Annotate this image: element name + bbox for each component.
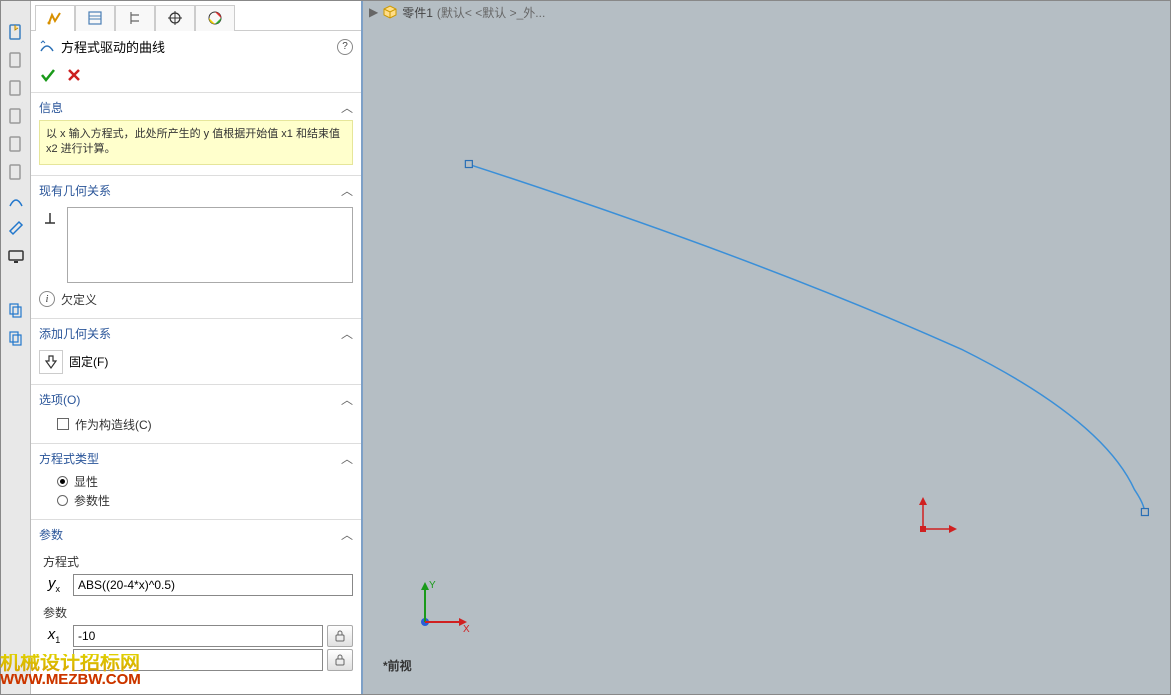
ok-cancel-row <box>31 62 361 93</box>
section-add-relations: 添加几何关系 ︿ 固定(F) <box>31 319 361 385</box>
sketch-curve <box>363 1 1170 694</box>
chevron-icon: ︿ <box>341 99 353 116</box>
breadcrumb-part: 零件1 <box>402 4 433 21</box>
panel-tabs <box>31 1 361 31</box>
tool-doc5-icon[interactable] <box>5 161 27 183</box>
property-panel: 方程式驱动的曲线 ? 信息 ︿ 以 x 输入方程式，此处所产生的 y 值根据开始… <box>31 1 363 694</box>
section-info: 信息 ︿ 以 x 输入方程式，此处所产生的 y 值根据开始值 x1 和结束值 x… <box>31 93 361 176</box>
left-toolbar <box>1 1 31 694</box>
tab-tree[interactable] <box>115 5 155 31</box>
yx-symbol: yx <box>39 575 69 594</box>
fix-label: 固定(F) <box>69 353 108 370</box>
tab-display[interactable] <box>75 5 115 31</box>
breadcrumb-arrow-icon: ▶ <box>369 5 378 19</box>
chevron-icon: ︿ <box>341 450 353 467</box>
radio-explicit-label: 显性 <box>74 473 98 490</box>
param-sub-label: 参数 <box>39 598 353 623</box>
section-info-title: 信息 <box>39 99 63 116</box>
equation-input[interactable] <box>73 574 353 596</box>
info-box: 以 x 输入方程式，此处所产生的 y 值根据开始值 x1 和结束值 x2 进行计… <box>39 120 353 165</box>
tool-copy2-icon[interactable] <box>5 327 27 349</box>
breadcrumb-config: (默认< <默认 >_外... <box>437 4 545 21</box>
equation-label: 方程式 <box>39 547 353 572</box>
radio-explicit[interactable] <box>57 476 68 487</box>
info-icon: i <box>39 291 55 307</box>
section-eqtype-header[interactable]: 方程式类型 ︿ <box>39 450 353 471</box>
sketch-origin-icon <box>913 495 957 539</box>
chevron-icon: ︿ <box>341 325 353 342</box>
tool-display-icon[interactable] <box>5 245 27 267</box>
view-name-label: *前视 <box>383 657 412 674</box>
svg-text:X: X <box>463 624 470 634</box>
x2-input[interactable] <box>73 649 323 671</box>
tool-doc2-icon[interactable] <box>5 77 27 99</box>
chevron-icon: ︿ <box>341 526 353 543</box>
curve-icon <box>39 39 55 55</box>
x1-lock-button[interactable] <box>327 625 353 647</box>
x1-symbol: x1 <box>39 626 69 645</box>
tab-feature[interactable] <box>35 5 75 31</box>
tool-copy1-icon[interactable] <box>5 299 27 321</box>
relations-list[interactable] <box>67 207 353 283</box>
section-existing-relations: 现有几何关系 ︿ i 欠定义 <box>31 176 361 319</box>
section-add-relations-header[interactable]: 添加几何关系 ︿ <box>39 325 353 346</box>
section-params: 参数 ︿ 方程式 yx 参数 x1 <box>31 520 361 683</box>
cancel-button[interactable] <box>65 66 83 84</box>
x1-input[interactable] <box>73 625 323 647</box>
radio-parametric-label: 参数性 <box>74 492 110 509</box>
breadcrumb[interactable]: ▶ 零件1 (默认< <默认 >_外... <box>363 1 1170 23</box>
params-title: 参数 <box>39 526 63 543</box>
help-button[interactable]: ? <box>337 39 353 55</box>
part-icon <box>382 4 398 20</box>
options-title: 选项(O) <box>39 391 80 408</box>
tool-doc4-icon[interactable] <box>5 133 27 155</box>
construction-checkbox[interactable] <box>57 418 69 430</box>
tab-target[interactable] <box>155 5 195 31</box>
section-options-header[interactable]: 选项(O) ︿ <box>39 391 353 412</box>
fix-button[interactable] <box>39 350 63 374</box>
tool-doc3-icon[interactable] <box>5 105 27 127</box>
tab-appearance[interactable] <box>195 5 235 31</box>
tool-sketch-icon[interactable] <box>5 189 27 211</box>
feature-header: 方程式驱动的曲线 ? <box>31 31 361 62</box>
section-options: 选项(O) ︿ 作为构造线(C) <box>31 385 361 444</box>
ok-button[interactable] <box>39 66 57 84</box>
tool-edit-icon[interactable] <box>5 217 27 239</box>
section-existing-relations-header[interactable]: 现有几何关系 ︿ <box>39 182 353 203</box>
eqtype-title: 方程式类型 <box>39 450 99 467</box>
chevron-icon: ︿ <box>341 391 353 408</box>
feature-title: 方程式驱动的曲线 <box>61 37 331 56</box>
existing-relations-title: 现有几何关系 <box>39 182 111 199</box>
perpendicular-icon <box>39 207 61 229</box>
section-equation-type: 方程式类型 ︿ 显性 参数性 <box>31 444 361 520</box>
view-triad-icon: Y X <box>413 574 473 634</box>
radio-parametric[interactable] <box>57 495 68 506</box>
chevron-icon: ︿ <box>341 182 353 199</box>
section-info-header[interactable]: 信息 ︿ <box>39 99 353 120</box>
tool-new-part-icon[interactable] <box>5 21 27 43</box>
section-params-header[interactable]: 参数 ︿ <box>39 526 353 547</box>
construction-label: 作为构造线(C) <box>75 416 152 433</box>
viewport[interactable]: ▶ 零件1 (默认< <默认 >_外... Y X *前视 <box>363 1 1170 694</box>
definition-status-row: i 欠定义 <box>39 291 353 308</box>
svg-text:Y: Y <box>429 580 436 591</box>
x2-lock-button[interactable] <box>327 649 353 671</box>
definition-status: 欠定义 <box>61 291 97 308</box>
tool-doc1-icon[interactable] <box>5 49 27 71</box>
add-relations-title: 添加几何关系 <box>39 325 111 342</box>
